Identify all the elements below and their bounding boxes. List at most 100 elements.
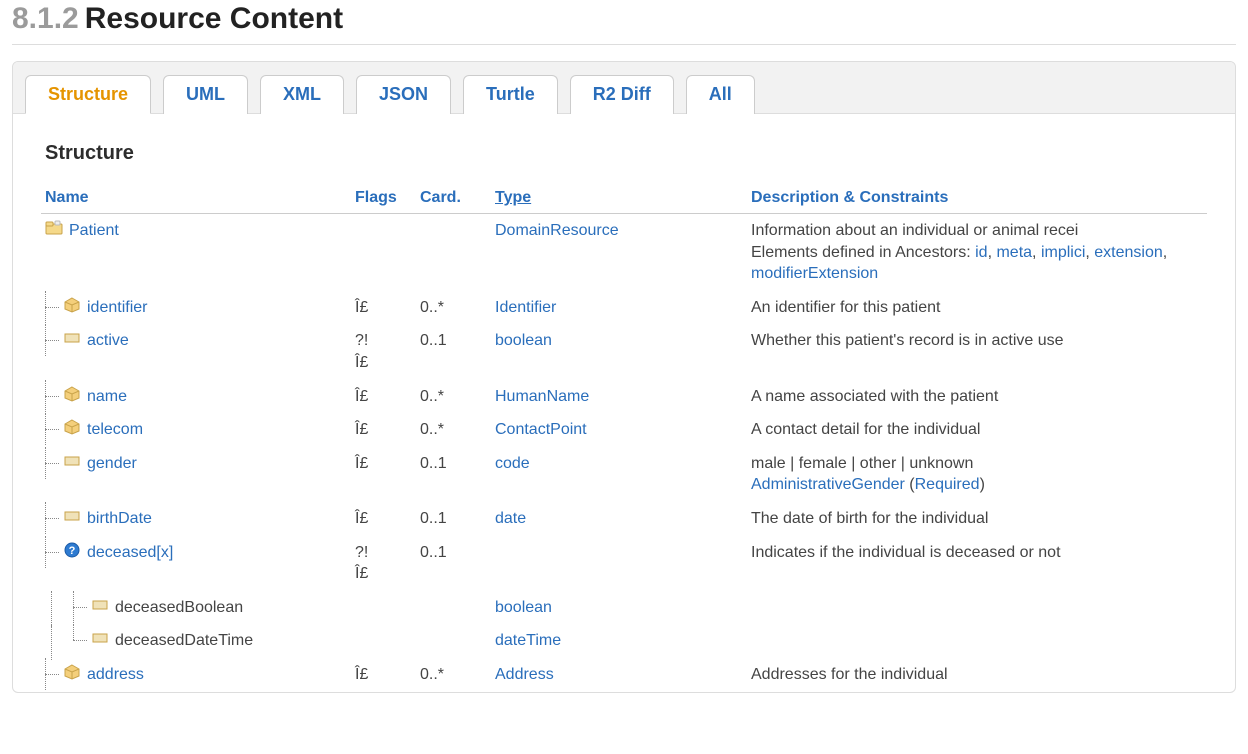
element-name[interactable]: name (87, 386, 127, 408)
ancestor-link[interactable]: implici (1041, 244, 1085, 261)
cardinality-cell: 0..1 (416, 324, 491, 379)
flags-cell: ?!Î£ (351, 536, 416, 591)
prim-icon (63, 508, 81, 524)
table-row: birthDate Î£0..1date The date of birth for… (41, 502, 1207, 536)
tab-structure[interactable]: Structure (25, 75, 151, 114)
type-link[interactable]: HumanName (495, 388, 589, 405)
table-row: telecom Î£0..*ContactPoint A contact detai… (41, 413, 1207, 447)
flags-cell: Î£ (351, 291, 416, 325)
type-link[interactable]: dateTime (495, 632, 561, 649)
element-name: deceasedDateTime (115, 630, 253, 652)
element-name[interactable]: birthDate (87, 508, 152, 530)
box-icon (63, 297, 81, 313)
table-row: name Î£0..*HumanName A name associated wit… (41, 380, 1207, 414)
col-name[interactable]: Name (41, 183, 351, 214)
element-name[interactable]: active (87, 330, 129, 352)
description-cell: A contact detail for the individual (747, 413, 1207, 447)
description-cell: male | female | other | unknownAdministr… (747, 447, 1207, 502)
flags-cell: Î£ (351, 447, 416, 502)
table-row: deceasedBoolean boolean (41, 591, 1207, 625)
cardinality-cell: 0..* (416, 380, 491, 414)
col-card[interactable]: Card. (416, 183, 491, 214)
section-heading: 8.1.2Resource Content (12, 2, 1236, 45)
cardinality-cell: 0..1 (416, 502, 491, 536)
type-link[interactable]: code (495, 455, 530, 472)
tab-json[interactable]: JSON (356, 75, 451, 114)
tab-bar: Structure UML XML JSON Turtle R2 Diff All (13, 62, 1235, 114)
cardinality-cell (416, 591, 491, 625)
table-row: Patient DomainResource Information about a… (41, 214, 1207, 291)
col-flags[interactable]: Flags (351, 183, 416, 214)
col-type[interactable]: Type (491, 183, 747, 214)
type-link[interactable]: Identifier (495, 299, 556, 316)
flags-cell (351, 214, 416, 291)
element-name[interactable]: Patient (69, 220, 119, 242)
flags-cell: Î£ (351, 413, 416, 447)
type-link[interactable]: date (495, 510, 526, 527)
cardinality-cell: 0..1 (416, 447, 491, 502)
flags-cell: ?!Î£ (351, 324, 416, 379)
description-cell: A name associated with the patient (747, 380, 1207, 414)
table-row: identifier Î£0..*Identifier An identifier … (41, 291, 1207, 325)
table-row: active ?!Î£0..1boolean Whether this patien… (41, 324, 1207, 379)
box-icon (63, 386, 81, 402)
cardinality-cell (416, 624, 491, 658)
description-cell (747, 624, 1207, 658)
flags-cell (351, 591, 416, 625)
cardinality-cell: 0..* (416, 413, 491, 447)
description-cell: Indicates if the individual is deceased … (747, 536, 1207, 591)
prim-icon (91, 597, 109, 613)
element-name[interactable]: identifier (87, 297, 147, 319)
element-name[interactable]: address (87, 664, 144, 686)
type-link[interactable]: boolean (495, 332, 552, 349)
prim-icon (63, 453, 81, 469)
tab-turtle[interactable]: Turtle (463, 75, 558, 114)
box-icon (63, 419, 81, 435)
description-cell: The date of birth for the individual (747, 502, 1207, 536)
element-name[interactable]: gender (87, 453, 137, 475)
choice-icon (63, 542, 81, 558)
box-icon (63, 664, 81, 680)
cardinality-cell: 0..* (416, 658, 491, 692)
content-panel: Structure UML XML JSON Turtle R2 Diff All Stru… (12, 61, 1236, 693)
description-cell: Whether this patient's record is in acti… (747, 324, 1207, 379)
type-link[interactable]: ContactPoint (495, 421, 587, 438)
prim-icon (91, 630, 109, 646)
tab-all[interactable]: All (686, 75, 755, 114)
structure-subheading: Structure (45, 142, 1207, 165)
table-row: deceased[x] ?!Î£0..1 Indicates if the indi… (41, 536, 1207, 591)
ancestor-link[interactable]: id (975, 244, 987, 261)
tab-uml[interactable]: UML (163, 75, 248, 114)
section-number: 8.1.2 (12, 2, 79, 35)
tab-xml[interactable]: XML (260, 75, 344, 114)
binding-strength-link[interactable]: Required (915, 476, 980, 493)
description-cell: An identifier for this patient (747, 291, 1207, 325)
valueset-link[interactable]: AdministrativeGender (751, 476, 905, 493)
element-name[interactable]: deceased[x] (87, 542, 173, 564)
flags-cell (351, 624, 416, 658)
flags-cell: Î£ (351, 380, 416, 414)
element-name[interactable]: telecom (87, 419, 143, 441)
description-cell (747, 591, 1207, 625)
prim-icon (63, 330, 81, 346)
cardinality-cell: 0..* (416, 291, 491, 325)
folder-icon (45, 220, 63, 236)
description-cell: Addresses for the individual (747, 658, 1207, 692)
section-title-text: Resource Content (85, 2, 343, 35)
type-link[interactable]: DomainResource (495, 222, 619, 239)
ancestor-link[interactable]: modifierExtension (751, 265, 878, 282)
structure-table: Name Flags Card. Type Description & Cons… (41, 183, 1207, 692)
col-desc[interactable]: Description & Constraints (747, 183, 1207, 214)
table-row: deceasedDateTime dateTime (41, 624, 1207, 658)
ancestor-link[interactable]: meta (996, 244, 1032, 261)
element-name: deceasedBoolean (115, 597, 243, 619)
type-link[interactable]: boolean (495, 599, 552, 616)
flags-cell: Î£ (351, 502, 416, 536)
description-cell: Information about an individual or anima… (747, 214, 1207, 291)
cardinality-cell: 0..1 (416, 536, 491, 591)
tab-r2-diff[interactable]: R2 Diff (570, 75, 674, 114)
type-link[interactable]: Address (495, 666, 554, 683)
flags-cell: Î£ (351, 658, 416, 692)
ancestor-link[interactable]: extension (1094, 244, 1163, 261)
table-row: gender Î£0..1code male | female | other | … (41, 447, 1207, 502)
